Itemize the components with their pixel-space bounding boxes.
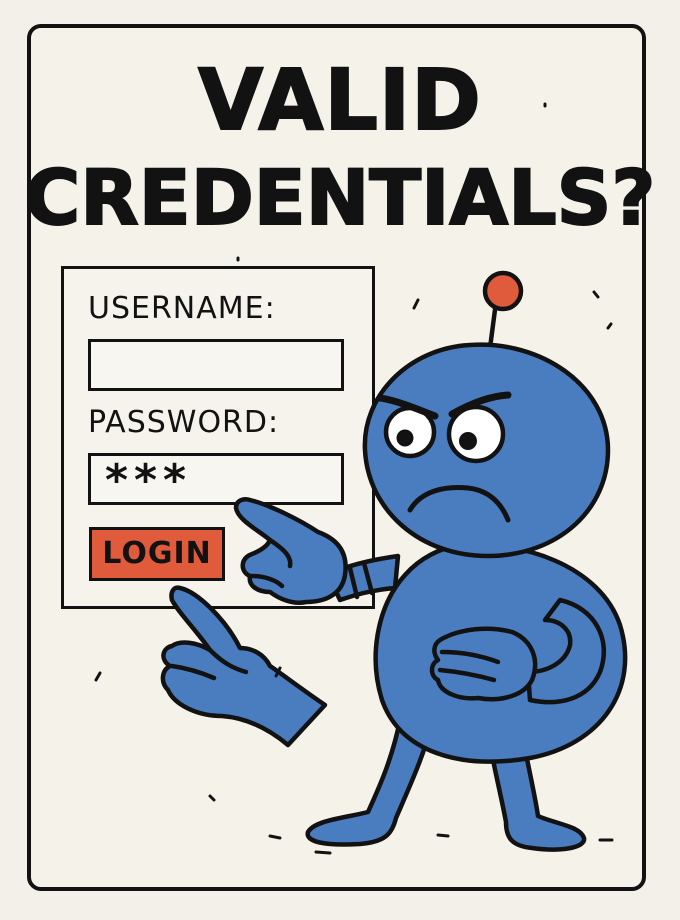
username-label: USERNAME: bbox=[88, 291, 276, 326]
robot-antenna-ball-icon bbox=[482, 270, 524, 312]
title-line-1: VALID bbox=[197, 50, 482, 150]
robot-fist bbox=[429, 626, 538, 702]
password-field[interactable]: *** bbox=[88, 453, 344, 506]
password-label: PASSWORD: bbox=[88, 405, 280, 440]
username-field[interactable] bbox=[88, 339, 344, 391]
title-line-2: CREDENTIALS? bbox=[23, 152, 656, 243]
login-button[interactable]: LOGIN bbox=[89, 527, 225, 581]
